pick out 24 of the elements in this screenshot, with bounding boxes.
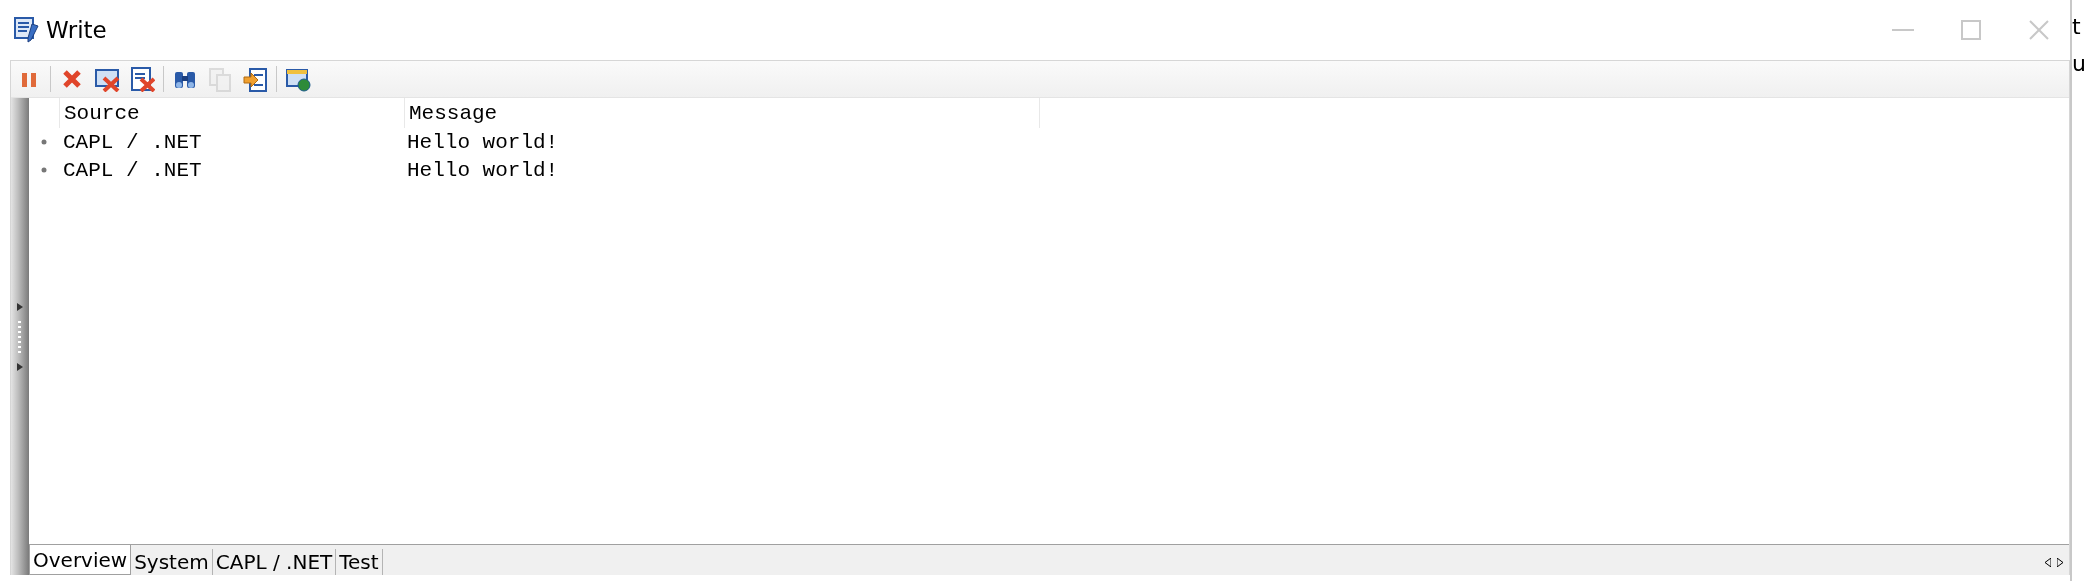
window-globe-icon[interactable] (285, 66, 311, 92)
table-cell-text: CAPL / .NET (62, 157, 203, 184)
tab-scroll-right-icon[interactable] (2057, 558, 2063, 567)
bullet-icon (41, 167, 47, 173)
splitter-handle[interactable] (11, 98, 29, 575)
column-header[interactable]: Source (59, 98, 404, 128)
window-title: Write (46, 17, 107, 43)
triangle-icon (17, 362, 23, 371)
tab-scroll-left-icon[interactable] (2045, 558, 2051, 567)
document-pen-icon (14, 16, 40, 44)
grip-icon (18, 320, 22, 353)
column-header[interactable]: Message (404, 98, 1039, 128)
table-cell-text: Hello world! (406, 157, 560, 184)
tab[interactable]: Overview (29, 545, 132, 575)
document-delete-icon[interactable] (129, 66, 155, 92)
bullet-icon (41, 139, 47, 145)
triangle-icon (17, 302, 23, 311)
window-text: t (2072, 14, 2082, 39)
window-text: u (2072, 51, 2087, 76)
document-arrow-icon[interactable] (242, 66, 268, 92)
tab[interactable]: Test (336, 549, 383, 575)
window-delete-icon[interactable] (94, 66, 120, 92)
table-cell-text: Hello world! (406, 129, 560, 156)
table-cell-text: CAPL / .NET (62, 129, 203, 156)
